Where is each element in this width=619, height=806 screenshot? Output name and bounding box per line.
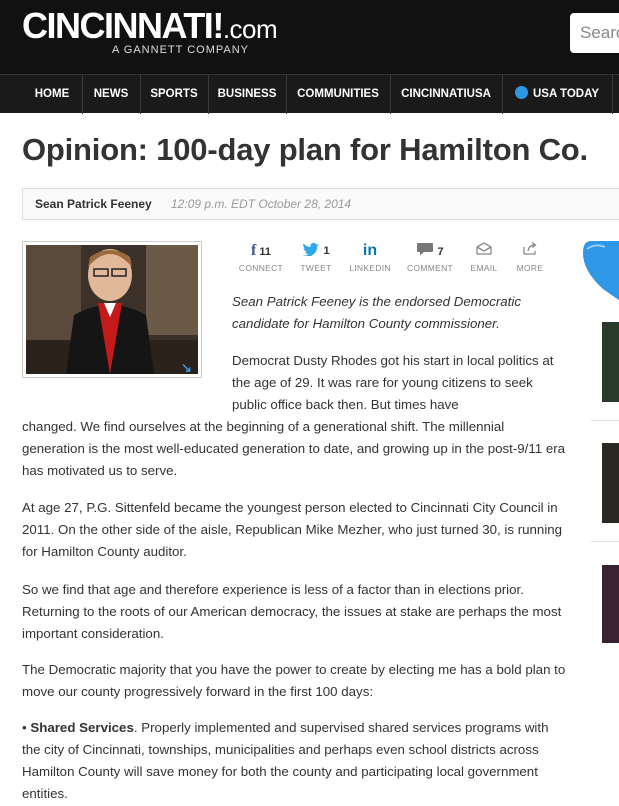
page-title: Opinion: 100-day plan for Hamilton Co. [22, 132, 588, 167]
nav-news[interactable]: NEWS [82, 75, 140, 114]
linkedin-icon: in [362, 242, 378, 259]
share-linkedin[interactable]: in LINKEDIN [345, 242, 395, 273]
logo-tagline: A GANNETT COMPANY [112, 44, 250, 56]
nav-business[interactable]: BUSINESS [208, 75, 286, 114]
article-paragraph: changed. We find ourselves at the beginn… [22, 419, 566, 478]
share-email-label: EMAIL [470, 263, 498, 273]
share-comment-top: 7 [405, 242, 455, 260]
author-photo[interactable] [22, 241, 202, 378]
share-more[interactable]: MORE [505, 241, 555, 273]
share-comment-count: 7 [437, 246, 444, 258]
nav-sports[interactable]: SPORTS [140, 75, 208, 114]
comment-icon [417, 243, 434, 256]
share-email[interactable]: EMAIL [459, 242, 509, 273]
share-twitter-top: 1 [291, 242, 341, 260]
author-name[interactable]: Sean Patrick Feeney [35, 197, 152, 211]
rail-divider [590, 420, 619, 421]
share-twitter-label: TWEET [300, 263, 332, 273]
share-facebook-count: 11 [259, 246, 272, 258]
nav-home[interactable]: HOME [22, 75, 82, 114]
share-more-top [505, 241, 555, 260]
author-photo-image [26, 245, 198, 374]
search-input[interactable]: Searc [570, 13, 619, 53]
nav-usa-today-label: USA TODAY [532, 88, 600, 100]
nav-usa-today[interactable]: USA TODAY [502, 75, 612, 114]
facebook-icon: f [250, 242, 257, 259]
share-facebook-label: CONNECT [238, 263, 284, 273]
twitter-icon [302, 242, 320, 257]
share-comment-label: COMMENT [406, 263, 453, 273]
article-paragraph: So we find that age and therefore experi… [22, 582, 562, 641]
article-paragraph: At age 27, P.G. Sittenfeld became the yo… [22, 500, 563, 559]
rail-thumbnail[interactable] [602, 443, 619, 523]
share-twitter-count: 1 [323, 245, 330, 257]
site-logo[interactable]: CINCINNATI!.com [22, 5, 278, 49]
usa-today-dot-icon [514, 86, 528, 99]
logo-wordmark: CINCINNATI!.com [22, 5, 278, 46]
nav-communities[interactable]: COMMUNITIES [286, 75, 390, 114]
main-nav: HOME NEWS SPORTS BUSINESS COMMUNITIES CI… [0, 74, 619, 114]
email-icon [476, 242, 492, 255]
article-paragraph: The Democratic majority that you have th… [22, 662, 566, 699]
article-paragraph: Democrat Dusty Rhodes got his start in l… [232, 353, 554, 412]
share-email-top [459, 242, 509, 260]
byline: Sean Patrick Feeney 12:09 p.m. EDT Octob… [22, 188, 619, 220]
article-intro: Sean Patrick Feeney is the endorsed Demo… [232, 294, 521, 331]
share-linkedin-label: LINKEDIN [349, 263, 391, 273]
share-more-label: MORE [516, 263, 544, 273]
expand-icon[interactable]: ↘ [181, 361, 195, 375]
share-facebook-top: f 11 [236, 242, 286, 260]
site-header: CINCINNATI!.com A GANNETT COMPANY Searc [0, 0, 619, 74]
rail-divider [590, 541, 619, 542]
nav-cincinnatiusa[interactable]: CINCINNATIUSA [390, 75, 502, 114]
rail-tag-icon [583, 241, 619, 301]
share-comment[interactable]: 7 COMMENT [405, 242, 455, 273]
bullet-title: Shared Services [30, 720, 134, 735]
share-twitter[interactable]: 1 TWEET [291, 242, 341, 273]
rail-thumbnail[interactable] [602, 322, 619, 402]
rail-thumbnail[interactable] [602, 565, 619, 643]
share-icon [522, 241, 537, 255]
nav-divider [612, 75, 613, 114]
share-facebook[interactable]: f 11 CONNECT [236, 242, 286, 273]
article-bullet: • Shared Services. Properly implemented … [22, 717, 567, 805]
timestamp: 12:09 p.m. EDT October 28, 2014 [171, 197, 352, 211]
